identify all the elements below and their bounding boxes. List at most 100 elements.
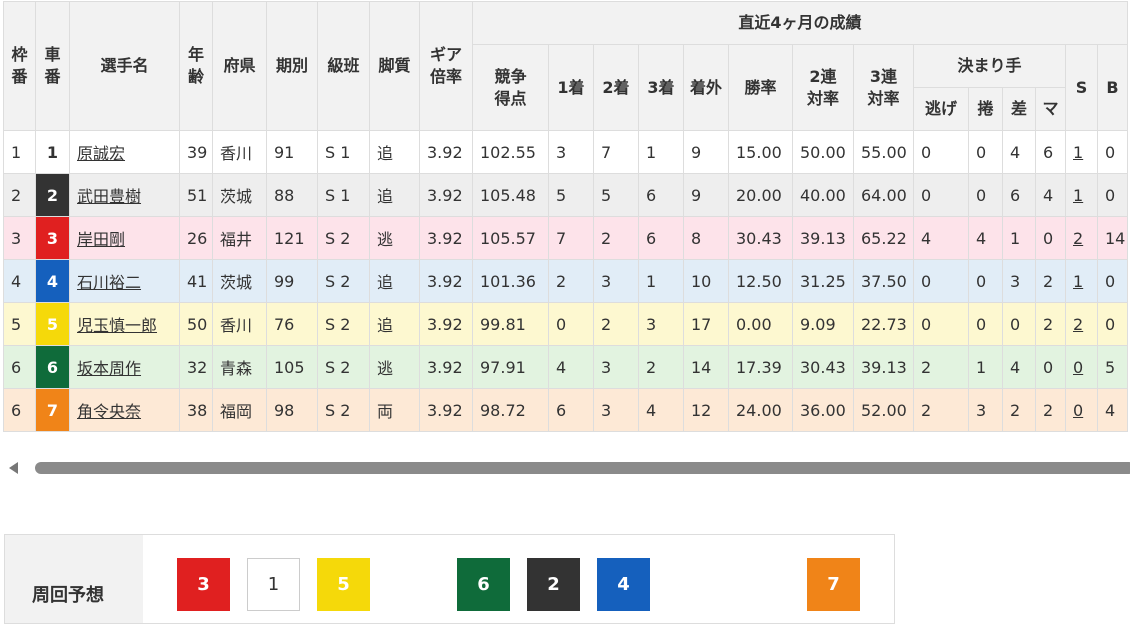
s-cell: 1 [1065, 173, 1098, 217]
nige-cell: 0 [913, 130, 969, 174]
col-pref: 府県 [212, 1, 267, 131]
age-cell: 50 [179, 302, 213, 346]
sashi-cell: 3 [1002, 259, 1036, 303]
table-row: 3 3 岸田剛 26 福井 121 S 2 逃 3.92 105.57 7 2 … [3, 216, 1128, 260]
racer-name-link[interactable]: 武田豊樹 [77, 187, 141, 206]
waku-cell: 2 [3, 173, 36, 217]
col-makuri: 捲 [968, 87, 1003, 131]
racer-name-cell: 岸田剛 [69, 216, 180, 260]
table-row: 5 5 児玉慎一郎 50 香川 76 S 2 追 3.92 99.81 0 2 … [3, 302, 1128, 346]
makuri-cell: 4 [968, 216, 1003, 260]
s-link[interactable]: 2 [1073, 229, 1083, 248]
col-group-recent: 直近4ヶ月の成績 [472, 1, 1128, 45]
racer-name-link[interactable]: 児玉慎一郎 [77, 316, 157, 335]
col-third: 3着 [638, 44, 684, 131]
sashi-cell: 6 [1002, 173, 1036, 217]
makuri-cell: 3 [968, 388, 1003, 432]
age-cell: 41 [179, 259, 213, 303]
table-row: 1 1 原誠宏 39 香川 91 S 1 追 3.92 102.55 3 7 1… [3, 130, 1128, 174]
forecast-car-2: 2 [527, 558, 580, 611]
col-sashi: 差 [1002, 87, 1036, 131]
mark-cell: 4 [1035, 173, 1066, 217]
b-cell: 5 [1097, 345, 1128, 389]
waku-cell: 4 [3, 259, 36, 303]
nige-cell: 2 [913, 345, 969, 389]
class-cell: S 2 [317, 302, 370, 346]
car-number-cell: 6 [35, 345, 70, 389]
b-cell: 0 [1097, 259, 1128, 303]
mark-cell: 0 [1035, 216, 1066, 260]
col-first: 1着 [548, 44, 594, 131]
lap-forecast-panel: 周回予想 3 1 5 6 2 4 7 [4, 534, 895, 624]
racer-name-cell: 坂本周作 [69, 345, 180, 389]
gear-cell: 3.92 [419, 173, 473, 217]
racer-name-link[interactable]: 坂本周作 [77, 359, 141, 378]
col-nige: 逃げ [913, 87, 969, 131]
ren2-cell: 9.09 [792, 302, 854, 346]
sashi-cell: 1 [1002, 216, 1036, 260]
ren2-cell: 39.13 [792, 216, 854, 260]
pref-cell: 香川 [212, 130, 267, 174]
first-cell: 4 [548, 345, 594, 389]
ren3-cell: 55.00 [853, 130, 914, 174]
col-s: S [1065, 44, 1098, 131]
second-cell: 5 [593, 173, 639, 217]
col-name: 選手名 [69, 1, 180, 131]
first-cell: 2 [548, 259, 594, 303]
first-cell: 3 [548, 130, 594, 174]
racer-name-link[interactable]: 角令央奈 [77, 402, 141, 421]
s-link[interactable]: 1 [1073, 186, 1083, 205]
col-win: 勝率 [728, 44, 793, 131]
third-cell: 2 [638, 345, 684, 389]
col-ren2: 2連対率 [792, 44, 854, 131]
s-link[interactable]: 1 [1073, 272, 1083, 291]
ren3-cell: 22.73 [853, 302, 914, 346]
table-row: 4 4 石川裕二 41 茨城 99 S 2 追 3.92 101.36 2 3 … [3, 259, 1128, 303]
sashi-cell: 4 [1002, 130, 1036, 174]
third-cell: 1 [638, 130, 684, 174]
nige-cell: 2 [913, 388, 969, 432]
ren3-cell: 65.22 [853, 216, 914, 260]
forecast-car-7: 7 [807, 558, 860, 611]
nige-cell: 0 [913, 259, 969, 303]
first-cell: 0 [548, 302, 594, 346]
ren2-cell: 36.00 [792, 388, 854, 432]
racer-name-cell: 石川裕二 [69, 259, 180, 303]
makuri-cell: 1 [968, 345, 1003, 389]
col-group-kimarite: 決まり手 [913, 44, 1066, 88]
waku-cell: 1 [3, 130, 36, 174]
s-link[interactable]: 0 [1073, 358, 1083, 377]
second-cell: 3 [593, 388, 639, 432]
age-cell: 26 [179, 216, 213, 260]
sashi-cell: 2 [1002, 388, 1036, 432]
score-cell: 105.48 [472, 173, 549, 217]
makuri-cell: 0 [968, 259, 1003, 303]
third-cell: 3 [638, 302, 684, 346]
makuri-cell: 0 [968, 302, 1003, 346]
waku-cell: 5 [3, 302, 36, 346]
racer-name-link[interactable]: 原誠宏 [77, 144, 125, 163]
racer-name-link[interactable]: 岸田剛 [77, 230, 125, 249]
sashi-cell: 4 [1002, 345, 1036, 389]
racer-name-cell: 角令央奈 [69, 388, 180, 432]
s-link[interactable]: 0 [1073, 401, 1083, 420]
forecast-car-6: 6 [457, 558, 510, 611]
style-cell: 逃 [369, 345, 420, 389]
racer-name-cell: 児玉慎一郎 [69, 302, 180, 346]
racer-name-link[interactable]: 石川裕二 [77, 273, 141, 292]
score-cell: 99.81 [472, 302, 549, 346]
col-second: 2着 [593, 44, 639, 131]
col-style: 脚質 [369, 1, 420, 131]
horizontal-scrollbar-thumb[interactable] [35, 462, 1130, 474]
s-link[interactable]: 1 [1073, 143, 1083, 162]
score-cell: 105.57 [472, 216, 549, 260]
scroll-left-arrow-icon[interactable] [9, 462, 18, 474]
class-cell: S 1 [317, 130, 370, 174]
gear-cell: 3.92 [419, 130, 473, 174]
out-cell: 8 [683, 216, 729, 260]
ren2-cell: 30.43 [792, 345, 854, 389]
car-number-cell: 7 [35, 388, 70, 432]
s-link[interactable]: 2 [1073, 315, 1083, 334]
out-cell: 9 [683, 173, 729, 217]
b-cell: 4 [1097, 388, 1128, 432]
